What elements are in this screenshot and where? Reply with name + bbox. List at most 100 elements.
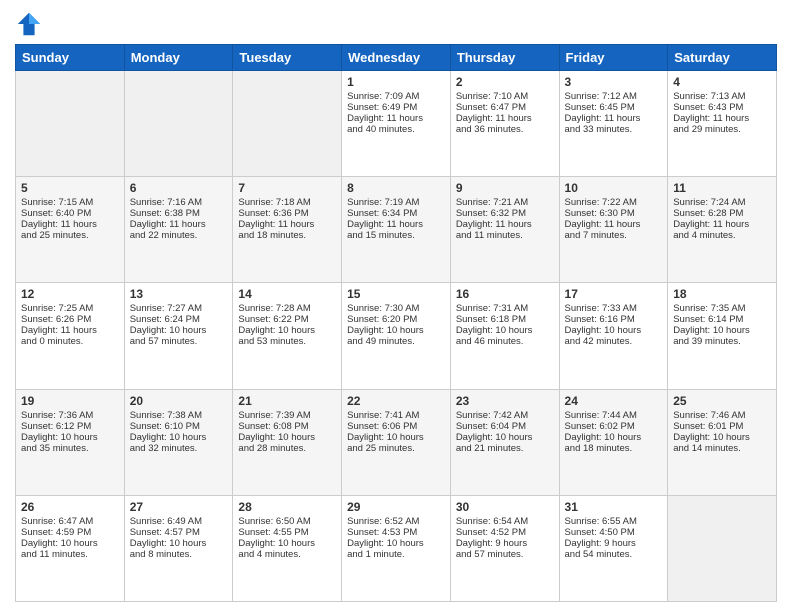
calendar-cell: 17Sunrise: 7:33 AMSunset: 6:16 PMDayligh… [559,283,668,389]
day-info: Sunset: 6:16 PM [565,314,663,325]
calendar-cell: 12Sunrise: 7:25 AMSunset: 6:26 PMDayligh… [16,283,125,389]
day-info: and 36 minutes. [456,124,554,135]
day-info: Daylight: 10 hours [673,432,771,443]
day-info: Daylight: 11 hours [238,219,336,230]
weekday-saturday: Saturday [668,45,777,71]
day-info: and 39 minutes. [673,336,771,347]
day-info: Sunset: 6:30 PM [565,208,663,219]
weekday-monday: Monday [124,45,233,71]
weekday-header-row: SundayMondayTuesdayWednesdayThursdayFrid… [16,45,777,71]
day-number: 13 [130,287,228,301]
day-info: Sunset: 6:26 PM [21,314,119,325]
calendar-cell: 9Sunrise: 7:21 AMSunset: 6:32 PMDaylight… [450,177,559,283]
day-info: and 11 minutes. [21,549,119,560]
calendar-cell: 26Sunrise: 6:47 AMSunset: 4:59 PMDayligh… [16,495,125,601]
day-info: Sunrise: 6:47 AM [21,516,119,527]
day-info: Sunrise: 7:31 AM [456,303,554,314]
weekday-sunday: Sunday [16,45,125,71]
day-info: Sunset: 4:52 PM [456,527,554,538]
calendar-cell [233,71,342,177]
day-info: Sunrise: 7:38 AM [130,410,228,421]
day-info: Daylight: 10 hours [238,432,336,443]
day-info: and 8 minutes. [130,549,228,560]
day-info: Sunset: 6:43 PM [673,102,771,113]
day-info: Daylight: 10 hours [130,538,228,549]
day-info: Daylight: 11 hours [21,219,119,230]
calendar-cell: 13Sunrise: 7:27 AMSunset: 6:24 PMDayligh… [124,283,233,389]
calendar-cell: 5Sunrise: 7:15 AMSunset: 6:40 PMDaylight… [16,177,125,283]
calendar-cell: 20Sunrise: 7:38 AMSunset: 6:10 PMDayligh… [124,389,233,495]
day-number: 7 [238,181,336,195]
day-info: Sunrise: 7:41 AM [347,410,445,421]
day-info: and 21 minutes. [456,443,554,454]
day-info: Sunrise: 6:52 AM [347,516,445,527]
day-info: Daylight: 10 hours [21,538,119,549]
day-info: Daylight: 10 hours [347,538,445,549]
day-info: Sunset: 4:53 PM [347,527,445,538]
day-info: Sunset: 6:49 PM [347,102,445,113]
day-number: 24 [565,394,663,408]
day-info: Sunset: 6:01 PM [673,421,771,432]
day-number: 14 [238,287,336,301]
day-info: Daylight: 11 hours [565,219,663,230]
calendar-table: SundayMondayTuesdayWednesdayThursdayFrid… [15,44,777,602]
day-info: Daylight: 10 hours [21,432,119,443]
day-info: and 18 minutes. [238,230,336,241]
day-info: Daylight: 10 hours [130,325,228,336]
day-number: 5 [21,181,119,195]
weekday-friday: Friday [559,45,668,71]
day-info: and 7 minutes. [565,230,663,241]
weekday-tuesday: Tuesday [233,45,342,71]
day-info: and 57 minutes. [130,336,228,347]
calendar-week-1: 1Sunrise: 7:09 AMSunset: 6:49 PMDaylight… [16,71,777,177]
day-info: Sunrise: 7:21 AM [456,197,554,208]
day-info: Sunset: 4:50 PM [565,527,663,538]
day-info: and 4 minutes. [673,230,771,241]
day-number: 6 [130,181,228,195]
day-info: Sunrise: 7:42 AM [456,410,554,421]
calendar-cell: 15Sunrise: 7:30 AMSunset: 6:20 PMDayligh… [342,283,451,389]
header [15,10,777,38]
day-number: 4 [673,75,771,89]
day-info: and 14 minutes. [673,443,771,454]
calendar-cell: 7Sunrise: 7:18 AMSunset: 6:36 PMDaylight… [233,177,342,283]
day-info: Sunrise: 6:55 AM [565,516,663,527]
day-info: and 28 minutes. [238,443,336,454]
day-info: Daylight: 10 hours [238,325,336,336]
day-info: and 33 minutes. [565,124,663,135]
day-info: Sunrise: 7:13 AM [673,91,771,102]
day-info: and 53 minutes. [238,336,336,347]
day-number: 15 [347,287,445,301]
day-info: Sunset: 6:45 PM [565,102,663,113]
day-info: Sunset: 6:02 PM [565,421,663,432]
day-info: Sunset: 6:06 PM [347,421,445,432]
day-info: Sunset: 6:28 PM [673,208,771,219]
day-number: 23 [456,394,554,408]
day-info: Daylight: 11 hours [673,113,771,124]
day-info: Daylight: 11 hours [456,113,554,124]
day-info: Sunset: 6:32 PM [456,208,554,219]
day-info: Sunset: 6:38 PM [130,208,228,219]
day-info: and 15 minutes. [347,230,445,241]
day-info: Sunset: 4:59 PM [21,527,119,538]
calendar-cell: 8Sunrise: 7:19 AMSunset: 6:34 PMDaylight… [342,177,451,283]
day-info: and 46 minutes. [456,336,554,347]
day-info: Sunrise: 7:39 AM [238,410,336,421]
day-info: Sunset: 6:14 PM [673,314,771,325]
day-info: Daylight: 10 hours [238,538,336,549]
day-number: 30 [456,500,554,514]
day-info: Daylight: 10 hours [456,325,554,336]
day-info: Sunrise: 6:54 AM [456,516,554,527]
day-info: Sunrise: 7:25 AM [21,303,119,314]
day-info: Sunset: 6:36 PM [238,208,336,219]
day-info: and 4 minutes. [238,549,336,560]
calendar-week-2: 5Sunrise: 7:15 AMSunset: 6:40 PMDaylight… [16,177,777,283]
day-info: Daylight: 10 hours [565,325,663,336]
day-info: Daylight: 11 hours [347,219,445,230]
day-number: 20 [130,394,228,408]
day-info: Sunrise: 7:19 AM [347,197,445,208]
day-info: and 49 minutes. [347,336,445,347]
day-info: and 40 minutes. [347,124,445,135]
page: SundayMondayTuesdayWednesdayThursdayFrid… [0,0,792,612]
day-info: Sunrise: 7:10 AM [456,91,554,102]
